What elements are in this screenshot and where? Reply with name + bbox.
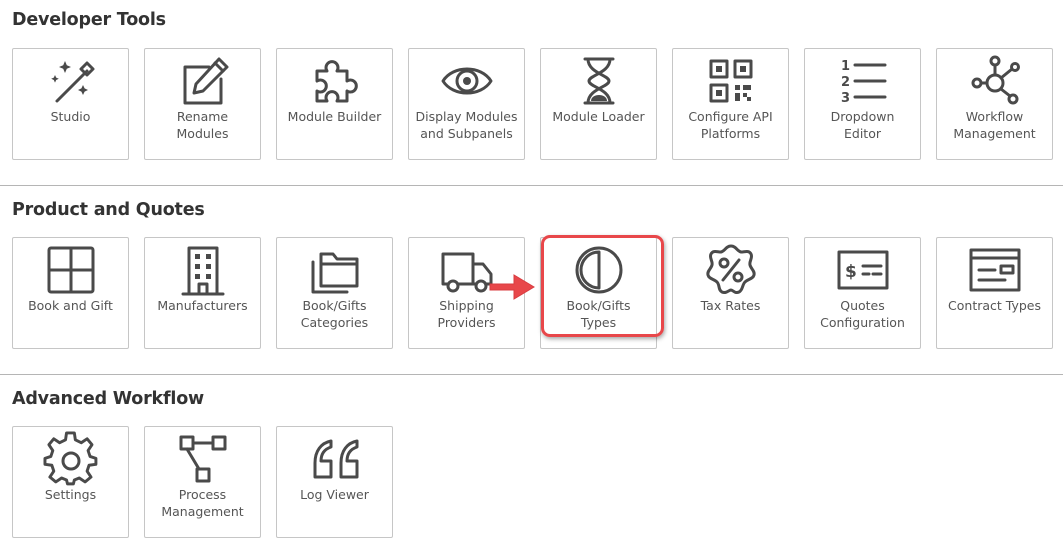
tile-label-line: Configuration — [820, 314, 905, 330]
puzzle-piece-icon — [307, 53, 363, 109]
gear-icon — [42, 431, 99, 487]
tile-label-line: Modules — [176, 125, 229, 141]
svg-text:3: 3 — [841, 91, 850, 106]
highlight-box — [541, 235, 664, 337]
tile-label-line: Studio — [50, 109, 91, 124]
tile-label-line: Module Loader — [552, 109, 645, 124]
tile-label: Settings — [15, 487, 126, 504]
tile-module-loader[interactable]: Module Loader — [540, 48, 657, 160]
edit-pencil-icon — [175, 53, 231, 109]
tile-dropdown-editor[interactable]: 1 2 3 Dropdown Editor — [804, 48, 921, 160]
tile-label-line: Settings — [44, 487, 97, 502]
grid-squares-icon — [43, 242, 99, 298]
network-nodes-icon — [967, 53, 1023, 109]
tile-label: Rename Modules — [147, 109, 258, 142]
tile-label: Shipping Providers — [411, 298, 522, 331]
folders-icon — [307, 242, 363, 298]
qr-code-icon — [703, 53, 759, 109]
tile-label: Tax Rates — [675, 298, 786, 315]
tile-label: Module Loader — [543, 109, 654, 126]
section-divider — [0, 185, 1063, 186]
section-title: Developer Tools — [12, 10, 166, 30]
truck-icon — [439, 242, 495, 298]
tile-label: Configure API Platforms — [675, 109, 786, 142]
tile-label-line: and Subpanels — [420, 125, 513, 141]
tile-label-line: Providers — [437, 314, 496, 330]
tile-tax-rates[interactable]: Tax Rates — [672, 237, 789, 349]
tile-label-line: Log Viewer — [300, 487, 369, 502]
process-flow-icon — [175, 431, 231, 487]
tile-label: Book and Gift — [15, 298, 126, 315]
tile-label-line: Workflow — [965, 109, 1024, 124]
tile-log-viewer[interactable]: Log Viewer — [276, 426, 393, 538]
tile-label-line: Dropdown — [830, 109, 895, 124]
building-icon — [175, 242, 231, 298]
tile-book-gifts-categories[interactable]: Book/Gifts Categories — [276, 237, 393, 349]
magic-wand-icon — [43, 53, 99, 109]
tile-label: Process Management — [147, 487, 258, 520]
tile-label: Manufacturers — [147, 298, 258, 315]
tile-label-line: Book and Gift — [28, 298, 113, 313]
tile-label-line: Contract Types — [948, 298, 1041, 313]
tile-settings[interactable]: Settings — [12, 426, 129, 538]
tile-process-management[interactable]: Process Management — [144, 426, 261, 538]
check-dollar-icon: $ — [835, 242, 891, 298]
tile-label-line: Display Modules — [415, 109, 518, 124]
tile-contract-types[interactable]: Contract Types — [936, 237, 1053, 349]
tile-label-line: Platforms — [700, 125, 761, 141]
tile-configure-api-platforms[interactable]: Configure API Platforms — [672, 48, 789, 160]
tile-label-line: Management — [953, 125, 1036, 141]
tile-workflow-management[interactable]: Workflow Management — [936, 48, 1053, 160]
tile-label-line: Book/Gifts — [302, 298, 367, 313]
hourglass-icon — [571, 53, 627, 109]
contract-form-icon — [967, 242, 1023, 298]
percent-badge-icon — [703, 242, 759, 298]
svg-text:1: 1 — [841, 59, 850, 74]
tile-label-line: Tax Rates — [700, 298, 761, 313]
tile-studio[interactable]: Studio — [12, 48, 129, 160]
tile-manufacturers[interactable]: Manufacturers — [144, 237, 261, 349]
section-divider — [0, 374, 1063, 375]
tile-label-line: Manufacturers — [157, 298, 248, 313]
pointer-arrow-icon — [489, 274, 535, 300]
tile-module-builder[interactable]: Module Builder — [276, 48, 393, 160]
tile-display-modules-and-subpanels[interactable]: Display Modules and Subpanels — [408, 48, 525, 160]
tile-label-line: Configure API — [688, 109, 773, 124]
tile-rename-modules[interactable]: Rename Modules — [144, 48, 261, 160]
tile-label: Book/Gifts Categories — [279, 298, 390, 331]
tile-label: Log Viewer — [279, 487, 390, 504]
tile-label: Workflow Management — [939, 109, 1050, 142]
tile-quotes-configuration[interactable]: $ Quotes Configuration — [804, 237, 921, 349]
tile-label-line: Module Builder — [287, 109, 382, 124]
section-title: Product and Quotes — [12, 200, 205, 220]
tile-label-line: Management — [161, 503, 244, 519]
tile-label: Display Modules and Subpanels — [411, 109, 522, 142]
section-title: Advanced Workflow — [12, 389, 204, 409]
tile-label: Contract Types — [939, 298, 1050, 315]
tile-label: Module Builder — [279, 109, 390, 126]
tile-label-line: Categories — [300, 314, 369, 330]
svg-text:$: $ — [845, 262, 857, 282]
tile-label-line: Rename — [176, 109, 229, 124]
tile-label-line: Process — [178, 487, 227, 502]
quote-marks-icon — [307, 431, 363, 487]
tile-label: Quotes Configuration — [807, 298, 918, 331]
svg-text:2: 2 — [841, 75, 850, 90]
tile-label: Studio — [15, 109, 126, 126]
numbered-list-icon: 123 — [835, 53, 891, 109]
tile-label: Dropdown Editor — [807, 109, 918, 142]
tile-label-line: Editor — [844, 125, 881, 141]
tile-label-line: Quotes — [840, 298, 885, 313]
tile-book-and-gift[interactable]: Book and Gift — [12, 237, 129, 349]
eye-icon — [439, 53, 495, 109]
